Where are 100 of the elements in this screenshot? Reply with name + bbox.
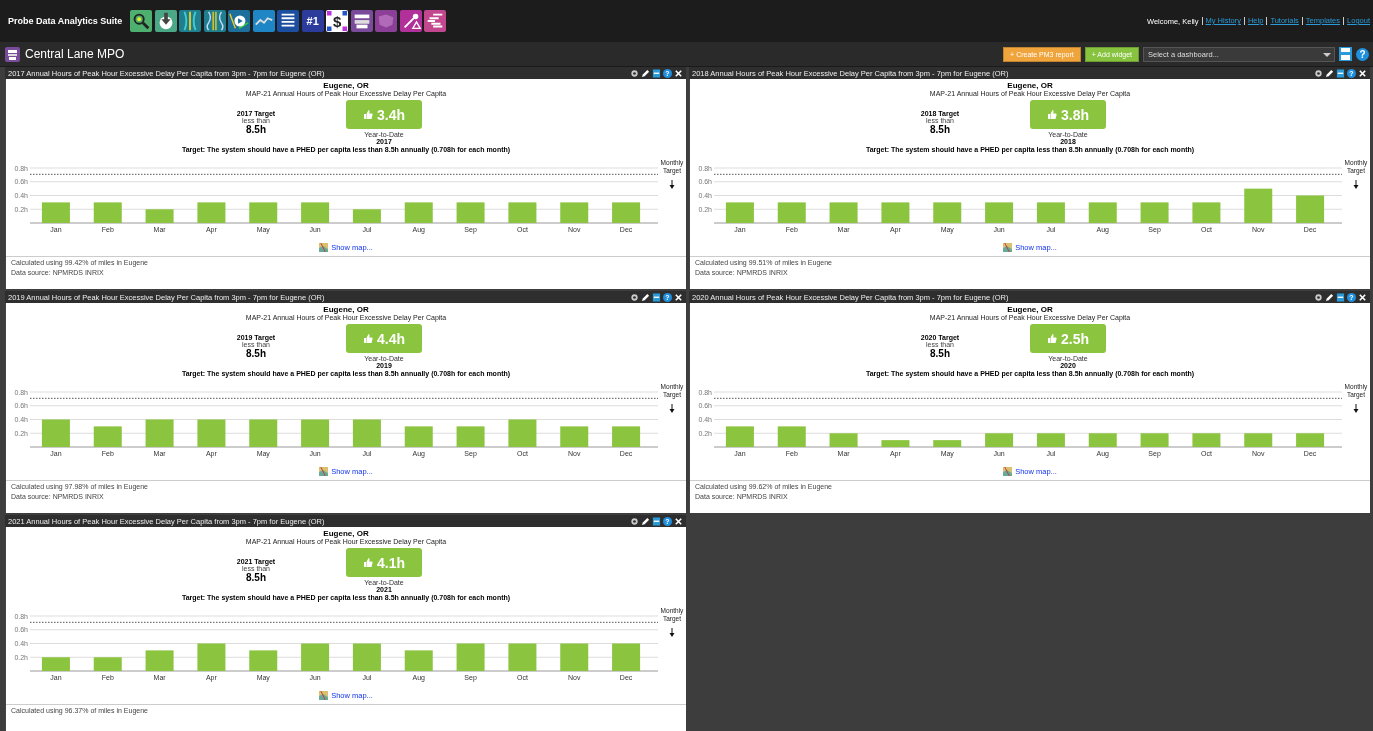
bar [1088,202,1117,223]
bar [612,202,641,223]
bar [352,643,381,671]
save-icon[interactable] [1336,292,1345,302]
search-tool-button[interactable] [130,10,153,32]
download-tool-button[interactable] [154,10,177,32]
city-name: Eugene, OR [323,81,369,90]
settings-icon[interactable] [630,516,639,526]
bars-tool-button[interactable] [424,10,447,32]
dollar-icon [326,10,349,32]
save-icon[interactable] [652,516,661,526]
bar [560,643,589,671]
bar [933,202,962,223]
city-name: Eugene, OR [1007,305,1053,314]
pencil-icon[interactable] [641,292,650,302]
bar [933,440,962,447]
close-icon[interactable] [1358,68,1367,78]
bar [508,643,537,671]
target-value: 8.5h [246,124,266,135]
bar [456,643,485,671]
thumbs-up-icon [1047,109,1057,120]
bar [777,426,806,447]
trend-tool-button[interactable] [252,10,275,32]
bar [249,202,278,223]
city-name: Eugene, OR [1007,81,1053,90]
pencil-icon[interactable] [1325,68,1334,78]
settings-icon[interactable] [630,68,639,78]
bar [404,650,433,671]
bar [612,643,641,671]
down-arrow-icon [669,403,675,413]
bar [456,202,485,223]
bar [829,433,858,447]
target-value: 8.5h [246,572,266,583]
bar [145,419,174,447]
close-icon[interactable] [674,68,683,78]
bar [1140,433,1169,447]
bar [1192,202,1221,223]
close-icon[interactable] [674,292,683,302]
city-name: Eugene, OR [323,529,369,538]
save-icon[interactable] [1336,68,1345,78]
bar [145,650,174,671]
thumbs-up-icon [363,557,373,568]
bar [1244,188,1273,223]
app-title: Probe Data Analytics Suite [8,16,123,26]
bar [456,426,485,447]
road-tool-button[interactable] [179,10,202,32]
bar [197,419,226,447]
down-arrow-icon [669,179,675,189]
bar [1140,202,1169,223]
bar [301,643,330,671]
bar [93,426,122,447]
bar [249,650,278,671]
bar [352,419,381,447]
bar [508,202,537,223]
dollar-tool-button[interactable]: $ [326,10,349,32]
rank-tool-button[interactable]: #1 [301,10,324,32]
caret-icon [1323,51,1331,58]
video-tool-button[interactable] [228,10,251,32]
bar [301,419,330,447]
pencil-icon[interactable] [641,516,650,526]
bar [1192,433,1221,447]
ytd-value: 3.4h [377,106,405,123]
bar [725,426,754,447]
bar [93,202,122,223]
bar [1244,433,1273,447]
save-icon[interactable] [652,68,661,78]
bar [1296,195,1325,223]
pencil-icon[interactable] [641,68,650,78]
bar [985,433,1014,447]
lanes-tool-button[interactable] [203,10,226,32]
settings-icon[interactable] [630,292,639,302]
ytd-value: 3.8h [1061,106,1089,123]
list-tool-button[interactable] [277,10,300,32]
bar [404,202,433,223]
dashboard-icon [5,46,20,62]
target-value: 8.5h [930,348,950,359]
printer-tool-button[interactable] [350,10,373,32]
target-value: 8.5h [246,348,266,359]
bar [145,209,174,223]
bar [881,202,910,223]
bar [197,643,226,671]
settings-icon[interactable] [1314,292,1323,302]
down-arrow-icon [669,627,675,637]
pencil-icon[interactable] [1325,292,1334,302]
save-icon[interactable] [652,292,661,302]
bar [301,202,330,223]
bar [612,426,641,447]
bar [881,440,910,447]
help-button[interactable]: ? [1356,47,1369,61]
bar [41,419,70,447]
target-value: 8.5h [930,124,950,135]
thumbs-up-icon [363,109,373,120]
close-icon[interactable] [1358,292,1367,302]
bar [41,657,70,671]
ytd-value: 2.5h [1061,330,1089,347]
bar [777,202,806,223]
close-icon[interactable] [674,516,683,526]
ytd-value: 4.4h [377,330,405,347]
settings-icon[interactable] [1314,68,1323,78]
bar [352,209,381,223]
